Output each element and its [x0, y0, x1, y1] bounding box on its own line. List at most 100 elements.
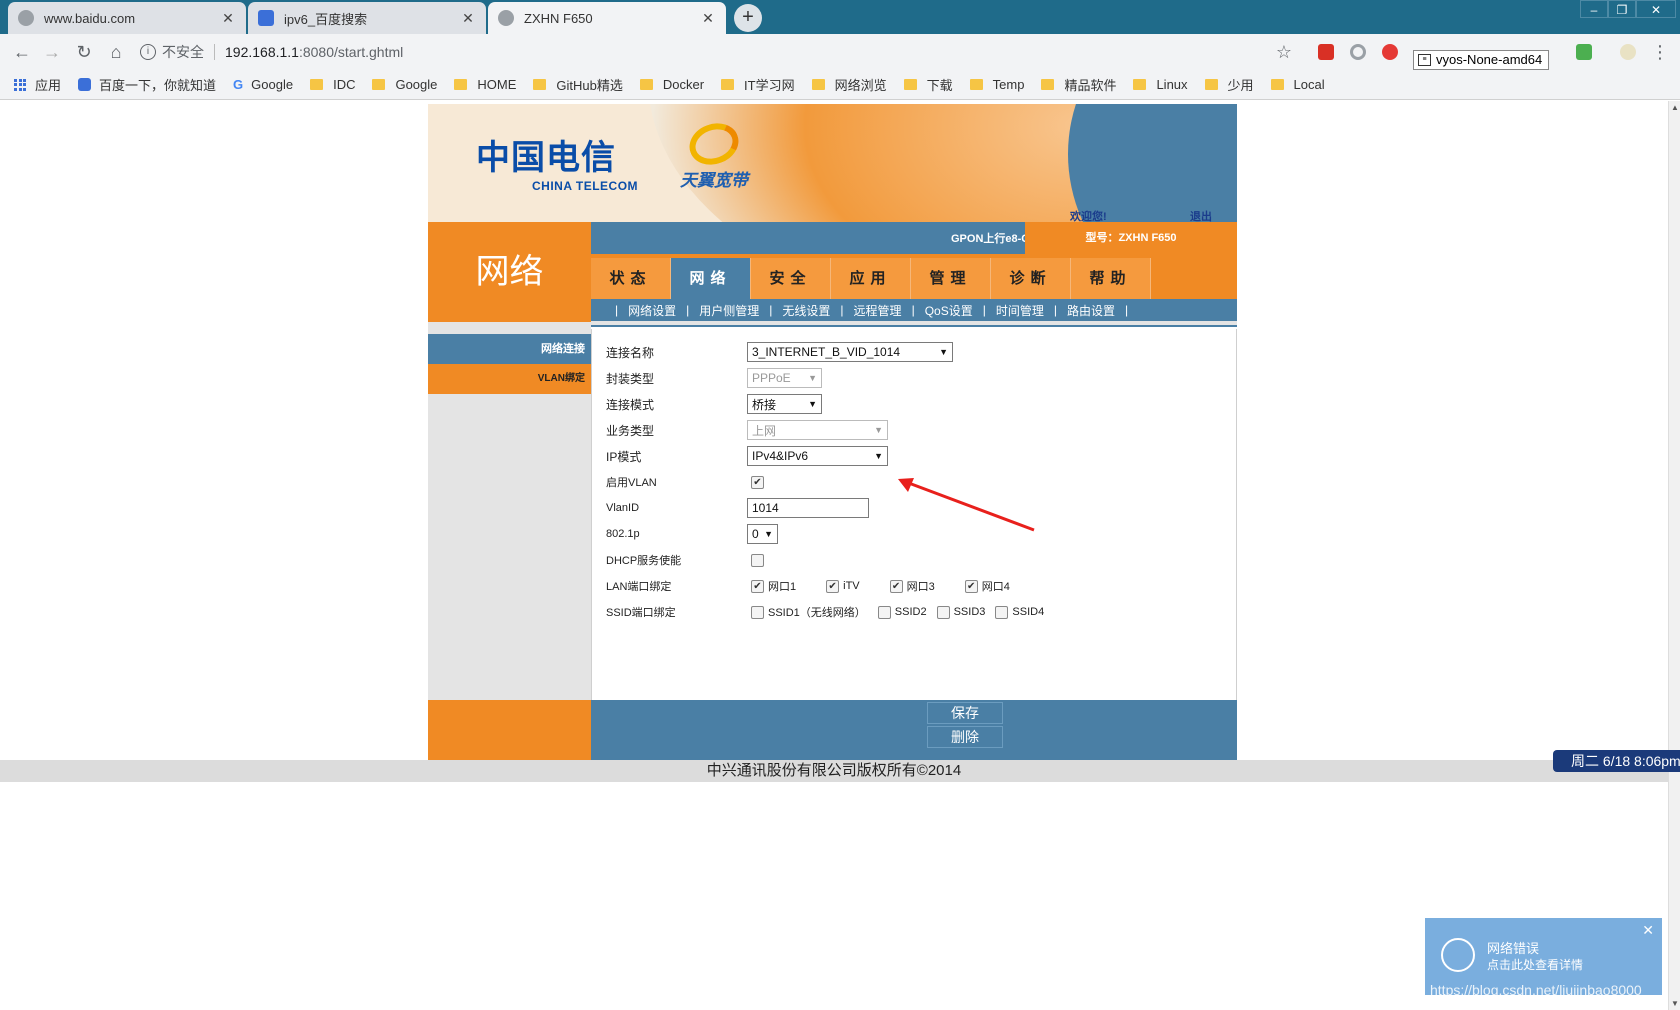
toast-subtitle[interactable]: 点击此处查看详情 — [1487, 956, 1583, 973]
folder-icon — [969, 79, 983, 90]
bookmark-folder[interactable]: 网络浏览 — [811, 75, 887, 94]
bookmark-star-icon[interactable]: ☆ — [1272, 40, 1296, 64]
delete-button[interactable]: 删除 — [927, 726, 1003, 748]
ip-mode-select[interactable]: IPv4&IPv6 ▼ — [747, 446, 888, 466]
ssid-checkbox[interactable] — [936, 605, 950, 619]
bookmark-google[interactable]: G Google — [233, 77, 293, 92]
ssid-checkbox[interactable] — [995, 605, 1009, 619]
bookmark-folder[interactable]: Temp — [969, 77, 1024, 92]
bookmark-folder[interactable]: 少用 — [1204, 75, 1254, 94]
lan-port-checkbox[interactable]: ✔ — [889, 579, 903, 593]
bookmark-folder[interactable]: IT学习网 — [721, 75, 795, 94]
bookmark-folder[interactable]: HOME — [454, 77, 516, 92]
new-tab-button[interactable]: + — [734, 4, 762, 32]
info-icon[interactable]: i — [140, 44, 156, 60]
menu-network[interactable]: 网络 — [671, 258, 751, 299]
bookmark-folder[interactable]: Docker — [639, 77, 704, 92]
baidu-paw-icon — [78, 78, 92, 91]
conn-name-select[interactable]: 3_INTERNET_B_VID_1014 ▼ — [747, 342, 953, 362]
submenu-wireless[interactable]: 无线设置 — [782, 302, 830, 319]
lan-port-4[interactable]: ✔ 网口4 — [964, 578, 1010, 594]
address-bar[interactable]: i 不安全 192.168.1.1 :8080/start.ghtml — [140, 39, 1274, 65]
extension-green-icon[interactable] — [1576, 44, 1592, 60]
restore-button[interactable]: ❐ — [1608, 0, 1636, 18]
tab-baidu[interactable]: www.baidu.com ✕ — [8, 2, 246, 34]
sidebar-item-network-connection[interactable]: 网络连接 — [428, 334, 591, 364]
tooltip-text: vyos-None-amd64 — [1436, 52, 1543, 67]
ssid-4[interactable]: SSID4 — [995, 605, 1044, 619]
bookmark-folder[interactable]: GitHub精选 — [533, 75, 623, 94]
lan-port-checkbox[interactable]: ✔ — [964, 579, 978, 593]
submenu-user-side[interactable]: 用户侧管理 — [699, 302, 759, 319]
menu-dots-icon[interactable]: ⋮ — [1648, 40, 1672, 64]
bookmark-folder[interactable]: Linux — [1133, 77, 1188, 92]
submenu-network-settings[interactable]: 网络设置 — [628, 302, 676, 319]
menu-help[interactable]: 帮助 — [1071, 258, 1151, 299]
bookmark-apps[interactable]: 应用 — [14, 75, 61, 94]
service-select[interactable]: 上网 ▼ — [747, 420, 888, 440]
bookmark-label: 少用 — [1227, 78, 1254, 93]
toast-close-icon[interactable]: ✕ — [1642, 922, 1654, 939]
bookmark-baidu[interactable]: 百度一下，你就知道 — [78, 75, 216, 94]
submenu-remote[interactable]: 远程管理 — [854, 302, 902, 319]
lan-port-1[interactable]: ✔ 网口1 — [751, 578, 796, 594]
close-tab-icon[interactable]: ✕ — [460, 10, 476, 27]
dhcp-checkbox[interactable] — [751, 553, 764, 567]
encap-select[interactable]: PPPoE ▼ — [747, 368, 822, 388]
home-icon[interactable]: ⌂ — [104, 40, 128, 64]
adblock-icon[interactable] — [1382, 44, 1398, 60]
reload-icon[interactable]: ↻ — [72, 40, 96, 64]
save-button[interactable]: 保存 — [927, 702, 1003, 724]
tab-title: www.baidu.com — [44, 10, 136, 26]
menu-diagnose[interactable]: 诊断 — [991, 258, 1071, 299]
back-arrow-icon[interactable]: ← — [10, 40, 34, 64]
window-close-button[interactable]: ✕ — [1636, 0, 1676, 18]
submenu-qos[interactable]: QoS设置 — [925, 302, 973, 319]
scroll-down-icon[interactable]: ▼ — [1670, 999, 1680, 1008]
welcome-text: 欢迎您! — [1070, 211, 1107, 222]
url-host: 192.168.1.1 — [225, 44, 299, 60]
close-tab-icon[interactable]: ✕ — [700, 10, 716, 27]
bookmark-folder[interactable]: 精品软件 — [1041, 75, 1116, 94]
menu-management[interactable]: 管理 — [911, 258, 991, 299]
ssid-3[interactable]: SSID3 — [936, 605, 985, 619]
vlan-id-input[interactable]: 1014 — [747, 498, 869, 518]
vlan-enable-checkbox[interactable]: ✔ — [751, 475, 764, 489]
submenu-routing[interactable]: 路由设置 — [1067, 302, 1115, 319]
menu-application[interactable]: 应用 — [831, 258, 911, 299]
bookmark-folder[interactable]: Local — [1270, 77, 1325, 92]
footer-left-block — [428, 700, 591, 760]
lan-port-3[interactable]: ✔ 网口3 — [889, 578, 935, 594]
ssid-checkbox[interactable] — [877, 605, 891, 619]
lan-port-checkbox[interactable]: ✔ — [751, 579, 764, 593]
ssid-2[interactable]: SSID2 — [877, 605, 927, 619]
menu-status[interactable]: 状态 — [591, 258, 671, 299]
extension-sun-icon[interactable] — [1620, 44, 1636, 60]
ssid-checkbox[interactable] — [751, 605, 764, 619]
globe-icon — [498, 10, 514, 26]
bookmark-folder[interactable]: 下载 — [903, 75, 953, 94]
vertical-scrollbar[interactable]: ▲ ▼ — [1668, 101, 1680, 1010]
bookmark-folder[interactable]: IDC — [310, 77, 355, 92]
forward-arrow-icon[interactable]: → — [40, 40, 64, 64]
sidebar-item-vlan-binding[interactable]: VLAN绑定 — [428, 364, 591, 394]
bookmark-label: 下载 — [926, 78, 953, 93]
field-label: 802.1p — [606, 528, 640, 540]
bookmark-folder[interactable]: Google — [372, 77, 437, 92]
lan-port-checkbox[interactable]: ✔ — [826, 579, 840, 593]
extension-circle-icon[interactable] — [1350, 44, 1366, 60]
tab-zxhn[interactable]: ZXHN F650 ✕ — [488, 2, 726, 34]
lan-port-itv[interactable]: ✔ iTV — [826, 579, 860, 593]
logout-link[interactable]: 退出 — [1190, 208, 1212, 222]
conn-mode-select[interactable]: 桥接 ▼ — [747, 394, 822, 414]
ssid-1[interactable]: SSID1（无线网络） — [751, 604, 866, 620]
submenu-time[interactable]: 时间管理 — [996, 302, 1044, 319]
extension-red-icon[interactable] — [1318, 44, 1334, 60]
minimize-button[interactable]: – — [1580, 0, 1608, 18]
divider — [214, 44, 215, 60]
menu-security[interactable]: 安全 — [751, 258, 831, 299]
close-tab-icon[interactable]: ✕ — [220, 10, 236, 27]
tab-ipv6-search[interactable]: ipv6_百度搜索 ✕ — [248, 2, 486, 34]
scroll-up-icon[interactable]: ▲ — [1670, 103, 1680, 112]
dot1p-select[interactable]: 0 ▼ — [747, 524, 778, 544]
